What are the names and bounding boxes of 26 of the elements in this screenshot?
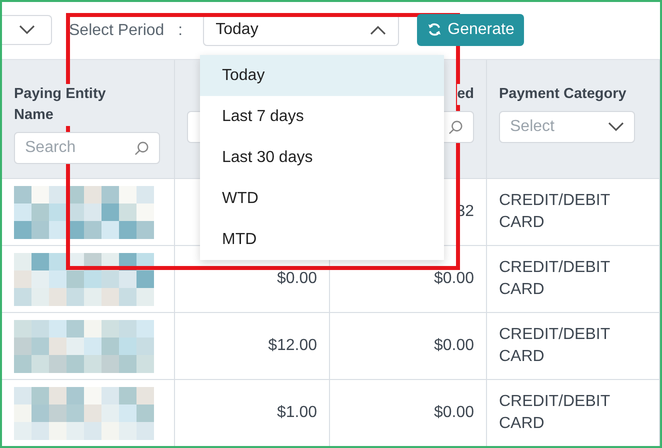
table-cell: $0.00: [276, 270, 317, 288]
table-cell: $0.00: [434, 404, 474, 422]
separator: :: [178, 22, 183, 40]
table-cell-text: CREDIT/DEBIT CARD: [499, 392, 611, 434]
chevron-icon: [18, 24, 34, 34]
table-cell-text: CREDIT/DEBIT CARD: [499, 191, 611, 233]
table-cell-text: CREDIT/DEBIT CARD: [499, 325, 611, 367]
chevron-up-icon: [370, 24, 386, 34]
search-icon: [134, 140, 149, 156]
generate-button[interactable]: Generate: [416, 14, 524, 46]
table-cell: $12.00: [268, 337, 317, 355]
table-cell: $0.00: [434, 337, 474, 355]
table-cell: $1.00: [276, 404, 317, 422]
menu-item[interactable]: Last 7 days: [200, 96, 444, 137]
menu-item[interactable]: Today: [200, 55, 444, 96]
menu-item[interactable]: MTD: [200, 219, 444, 260]
menu-item[interactable]: WTD: [200, 178, 444, 219]
chevron-down-icon: [608, 122, 624, 132]
table-cell-text: CREDIT/DEBIT CARD: [499, 258, 611, 300]
menu-item[interactable]: Last 30 days: [200, 137, 444, 178]
table-cell: $0.00: [434, 270, 474, 288]
refresh-icon: [426, 22, 442, 37]
field-label: Select Period: [69, 22, 164, 40]
column-title: ed: [457, 84, 474, 105]
dropdown[interactable]: [2, 14, 52, 44]
search-icon: [448, 120, 463, 134]
